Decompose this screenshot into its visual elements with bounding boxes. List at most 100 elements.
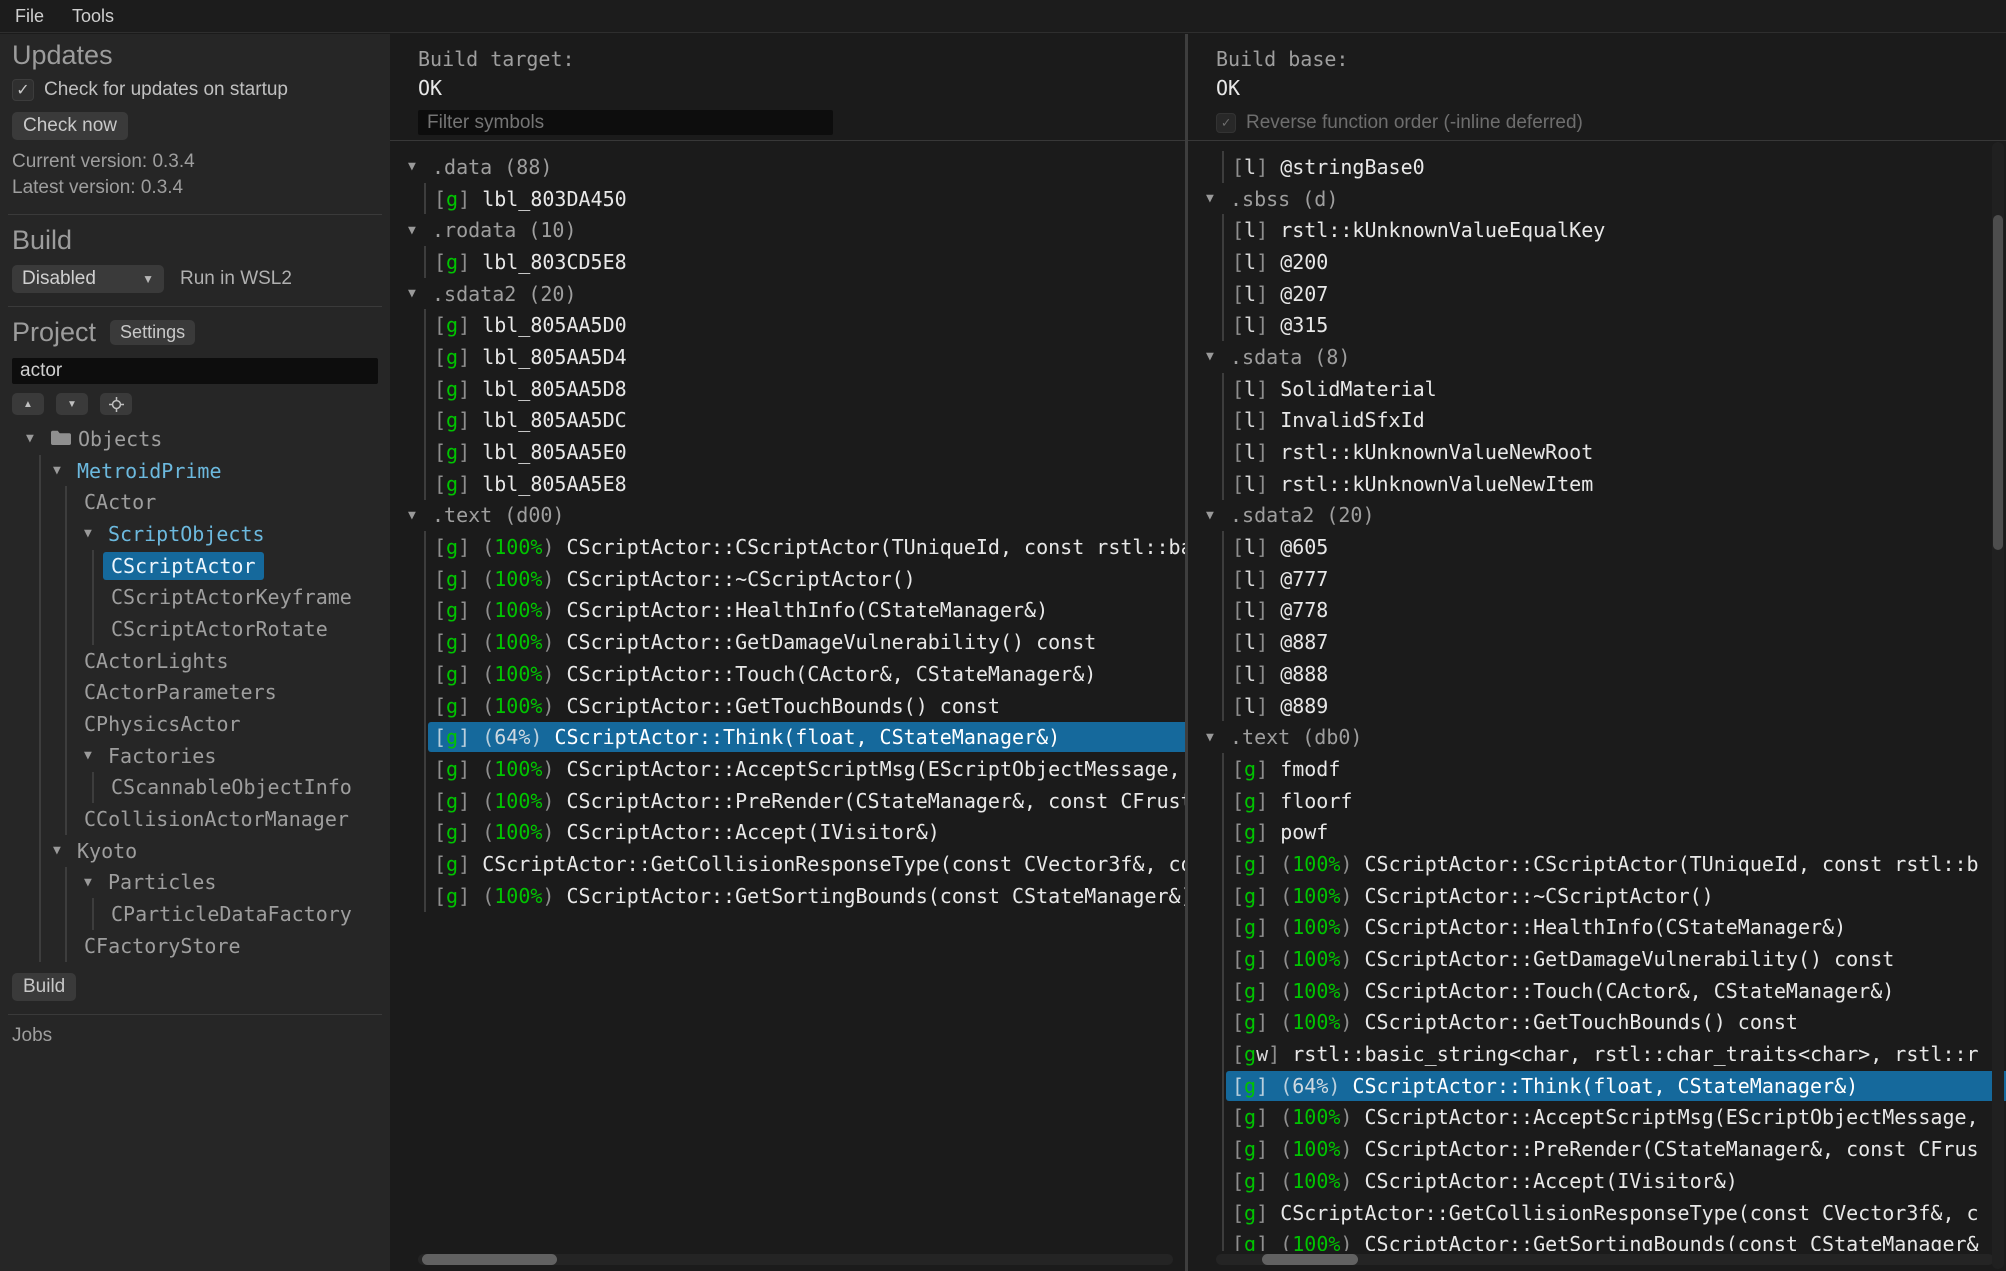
prev-match-button[interactable]: ▲ bbox=[12, 393, 44, 415]
tree-item-CScriptActorKeyframe[interactable]: CScriptActorKeyframe bbox=[12, 581, 378, 613]
symbol-row[interactable]: [g] floorf bbox=[1188, 785, 2006, 817]
tree-item-CScriptActor[interactable]: CScriptActor bbox=[12, 550, 378, 582]
symbol-row[interactable]: [g] (100%) CScriptActor::HealthInfo(CSta… bbox=[390, 595, 1185, 627]
section-row[interactable]: ▼.sdata2 (20) bbox=[1188, 500, 2006, 532]
symbol-row[interactable]: [g] (64%) CScriptActor::Think(float, CSt… bbox=[390, 721, 1185, 753]
expand-arrow-icon[interactable]: ▼ bbox=[408, 508, 432, 523]
symbol-row[interactable]: [g] lbl_803CD5E8 bbox=[390, 246, 1185, 278]
menu-tools[interactable]: Tools bbox=[72, 6, 114, 27]
filter-symbols-input[interactable] bbox=[418, 110, 833, 135]
symbol-row[interactable]: [l] SolidMaterial bbox=[1188, 373, 2006, 405]
symbol-row[interactable]: [g] (100%) CScriptActor::GetDamageVulner… bbox=[1188, 943, 2006, 975]
symbol-row[interactable]: [g] lbl_805AA5D0 bbox=[390, 309, 1185, 341]
symbol-row[interactable]: [g] (100%) CScriptActor::GetDamageVulner… bbox=[390, 626, 1185, 658]
symbol-row[interactable]: [g] (100%) CScriptActor::~CScriptActor() bbox=[390, 563, 1185, 595]
tree-item-Factories[interactable]: ▼Factories bbox=[12, 740, 378, 772]
expand-arrow-icon[interactable]: ▼ bbox=[53, 843, 77, 858]
tree-item-CScannableObjectInfo[interactable]: CScannableObjectInfo bbox=[12, 772, 378, 804]
expand-arrow-icon[interactable]: ▼ bbox=[1206, 349, 1230, 364]
tree-item-CScriptActorRotate[interactable]: CScriptActorRotate bbox=[12, 613, 378, 645]
symbol-row[interactable]: [l] rstl::kUnknownValueNewRoot bbox=[1188, 436, 2006, 468]
symbol-row[interactable]: [g] lbl_805AA5D4 bbox=[390, 341, 1185, 373]
symbol-row[interactable]: [l] InvalidSfxId bbox=[1188, 405, 2006, 437]
expand-arrow-icon[interactable]: ▼ bbox=[84, 748, 108, 763]
symbol-row[interactable]: [g] (100%) CScriptActor::CScriptActor(TU… bbox=[390, 531, 1185, 563]
symbol-row[interactable]: [g] (100%) CScriptActor::CScriptActor(TU… bbox=[1188, 848, 2006, 880]
tree-item-CActorLights[interactable]: CActorLights bbox=[12, 645, 378, 677]
symbol-row[interactable]: [l] @200 bbox=[1188, 246, 2006, 278]
tree-item-Kyoto[interactable]: ▼Kyoto bbox=[12, 835, 378, 867]
section-row[interactable]: ▼.text (d00) bbox=[390, 500, 1185, 532]
section-row[interactable]: ▼.sdata2 (20) bbox=[390, 278, 1185, 310]
symbol-row[interactable]: [l] @889 bbox=[1188, 690, 2006, 722]
tree-item-MetroidPrime[interactable]: ▼MetroidPrime bbox=[12, 455, 378, 487]
tree-item-CFactoryStore[interactable]: CFactoryStore bbox=[12, 930, 378, 962]
reverse-order-checkbox[interactable]: ✓ bbox=[1216, 113, 1236, 133]
expand-arrow-icon[interactable]: ▼ bbox=[1206, 191, 1230, 206]
expand-arrow-icon[interactable]: ▼ bbox=[1206, 508, 1230, 523]
symbol-row[interactable]: [g] CScriptActor::GetCollisionResponseTy… bbox=[390, 848, 1185, 880]
symbol-row[interactable]: [g] (100%) CScriptActor::HealthInfo(CSta… bbox=[1188, 912, 2006, 944]
build-mode-dropdown[interactable]: Disabled ▼ bbox=[12, 265, 164, 293]
symbol-row[interactable]: [l] @605 bbox=[1188, 531, 2006, 563]
symbol-row[interactable]: [g] (100%) CScriptActor::GetTouchBounds(… bbox=[1188, 1007, 2006, 1039]
symbol-row[interactable]: [l] @778 bbox=[1188, 595, 2006, 627]
section-row[interactable]: ▼.rodata (10) bbox=[390, 214, 1185, 246]
symbol-row[interactable]: [g] (100%) CScriptActor::PreRender(CStat… bbox=[1188, 1133, 2006, 1165]
next-match-button[interactable]: ▼ bbox=[56, 393, 88, 415]
symbol-row[interactable]: [g] lbl_805AA5D8 bbox=[390, 373, 1185, 405]
symbol-row[interactable]: [g] fmodf bbox=[1188, 753, 2006, 785]
expand-arrow-icon[interactable]: ▼ bbox=[53, 463, 77, 478]
symbol-row[interactable]: [l] @stringBase0 bbox=[1188, 151, 2006, 183]
updates-checkbox-row[interactable]: ✓ Check for updates on startup bbox=[12, 79, 378, 101]
symbol-row[interactable]: [gw] rstl::basic_string<char, rstl::char… bbox=[1188, 1038, 2006, 1070]
symbol-row[interactable]: [l] @315 bbox=[1188, 309, 2006, 341]
section-row[interactable]: ▼.sdata (8) bbox=[1188, 341, 2006, 373]
section-row[interactable]: ▼.data (88) bbox=[390, 151, 1185, 183]
tree-item-CCollisionActorManager[interactable]: CCollisionActorManager bbox=[12, 803, 378, 835]
menu-file[interactable]: File bbox=[15, 6, 44, 27]
check-now-button[interactable]: Check now bbox=[12, 112, 128, 140]
symbol-row[interactable]: [l] @887 bbox=[1188, 626, 2006, 658]
symbol-row[interactable]: [g] lbl_805AA5E0 bbox=[390, 436, 1185, 468]
symbol-row[interactable]: [g] powf bbox=[1188, 816, 2006, 848]
symbol-row[interactable]: [g] (64%) CScriptActor::Think(float, CSt… bbox=[1188, 1070, 2006, 1102]
expand-arrow-icon[interactable]: ▼ bbox=[26, 431, 50, 446]
target-hscrollbar-thumb[interactable] bbox=[422, 1254, 557, 1265]
symbol-row[interactable]: [g] (100%) CScriptActor::~CScriptActor() bbox=[1188, 880, 2006, 912]
symbol-row[interactable]: [g] (100%) CScriptActor::Touch(CActor&, … bbox=[390, 658, 1185, 690]
tree-item-Particles[interactable]: ▼Particles bbox=[12, 867, 378, 899]
section-row[interactable]: ▼.text (db0) bbox=[1188, 721, 2006, 753]
symbol-row[interactable]: [l] @888 bbox=[1188, 658, 2006, 690]
expand-arrow-icon[interactable]: ▼ bbox=[84, 526, 108, 541]
symbol-row[interactable]: [l] @207 bbox=[1188, 278, 2006, 310]
symbol-row[interactable]: [g] lbl_803DA450 bbox=[390, 183, 1185, 215]
symbol-row[interactable]: [g] lbl_805AA5E8 bbox=[390, 468, 1185, 500]
symbol-row[interactable]: [g] (100%) CScriptActor::Touch(CActor&, … bbox=[1188, 975, 2006, 1007]
symbol-row[interactable]: [g] (100%) CScriptActor::AcceptScriptMsg… bbox=[1188, 1102, 2006, 1134]
tree-item-Objects[interactable]: ▼Objects bbox=[12, 423, 378, 455]
expand-arrow-icon[interactable]: ▼ bbox=[1206, 730, 1230, 745]
tree-item-ScriptObjects[interactable]: ▼ScriptObjects bbox=[12, 518, 378, 550]
check-updates-checkbox[interactable]: ✓ bbox=[12, 79, 34, 101]
symbol-row[interactable]: [g] (100%) CScriptActor::GetSortingBound… bbox=[390, 880, 1185, 912]
object-search-input[interactable] bbox=[12, 358, 378, 384]
base-hscrollbar-thumb[interactable] bbox=[1262, 1254, 1358, 1265]
symbol-row[interactable]: [g] (100%) CScriptActor::Accept(IVisitor… bbox=[390, 816, 1185, 848]
symbol-row[interactable]: [l] rstl::kUnknownValueEqualKey bbox=[1188, 214, 2006, 246]
section-row[interactable]: ▼.sbss (d) bbox=[1188, 183, 2006, 215]
symbol-row[interactable]: [l] @777 bbox=[1188, 563, 2006, 595]
expand-arrow-icon[interactable]: ▼ bbox=[84, 875, 108, 890]
tree-item-CParticleDataFactory[interactable]: CParticleDataFactory bbox=[12, 898, 378, 930]
expand-arrow-icon[interactable]: ▼ bbox=[408, 286, 432, 301]
symbol-row[interactable]: [g] CScriptActor::GetCollisionResponseTy… bbox=[1188, 1197, 2006, 1229]
tree-item-CPhysicsActor[interactable]: CPhysicsActor bbox=[12, 708, 378, 740]
symbol-row[interactable]: [g] (100%) CScriptActor::PreRender(CStat… bbox=[390, 785, 1185, 817]
symbol-row[interactable]: [g] (100%) CScriptActor::GetSortingBound… bbox=[1188, 1228, 2006, 1251]
project-settings-button[interactable]: Settings bbox=[110, 320, 195, 345]
expand-arrow-icon[interactable]: ▼ bbox=[408, 223, 432, 238]
symbol-row[interactable]: [g] (100%) CScriptActor::Accept(IVisitor… bbox=[1188, 1165, 2006, 1197]
build-button[interactable]: Build bbox=[12, 973, 76, 1001]
locate-current-button[interactable] bbox=[100, 393, 132, 415]
base-vscrollbar-thumb[interactable] bbox=[1993, 215, 2003, 550]
